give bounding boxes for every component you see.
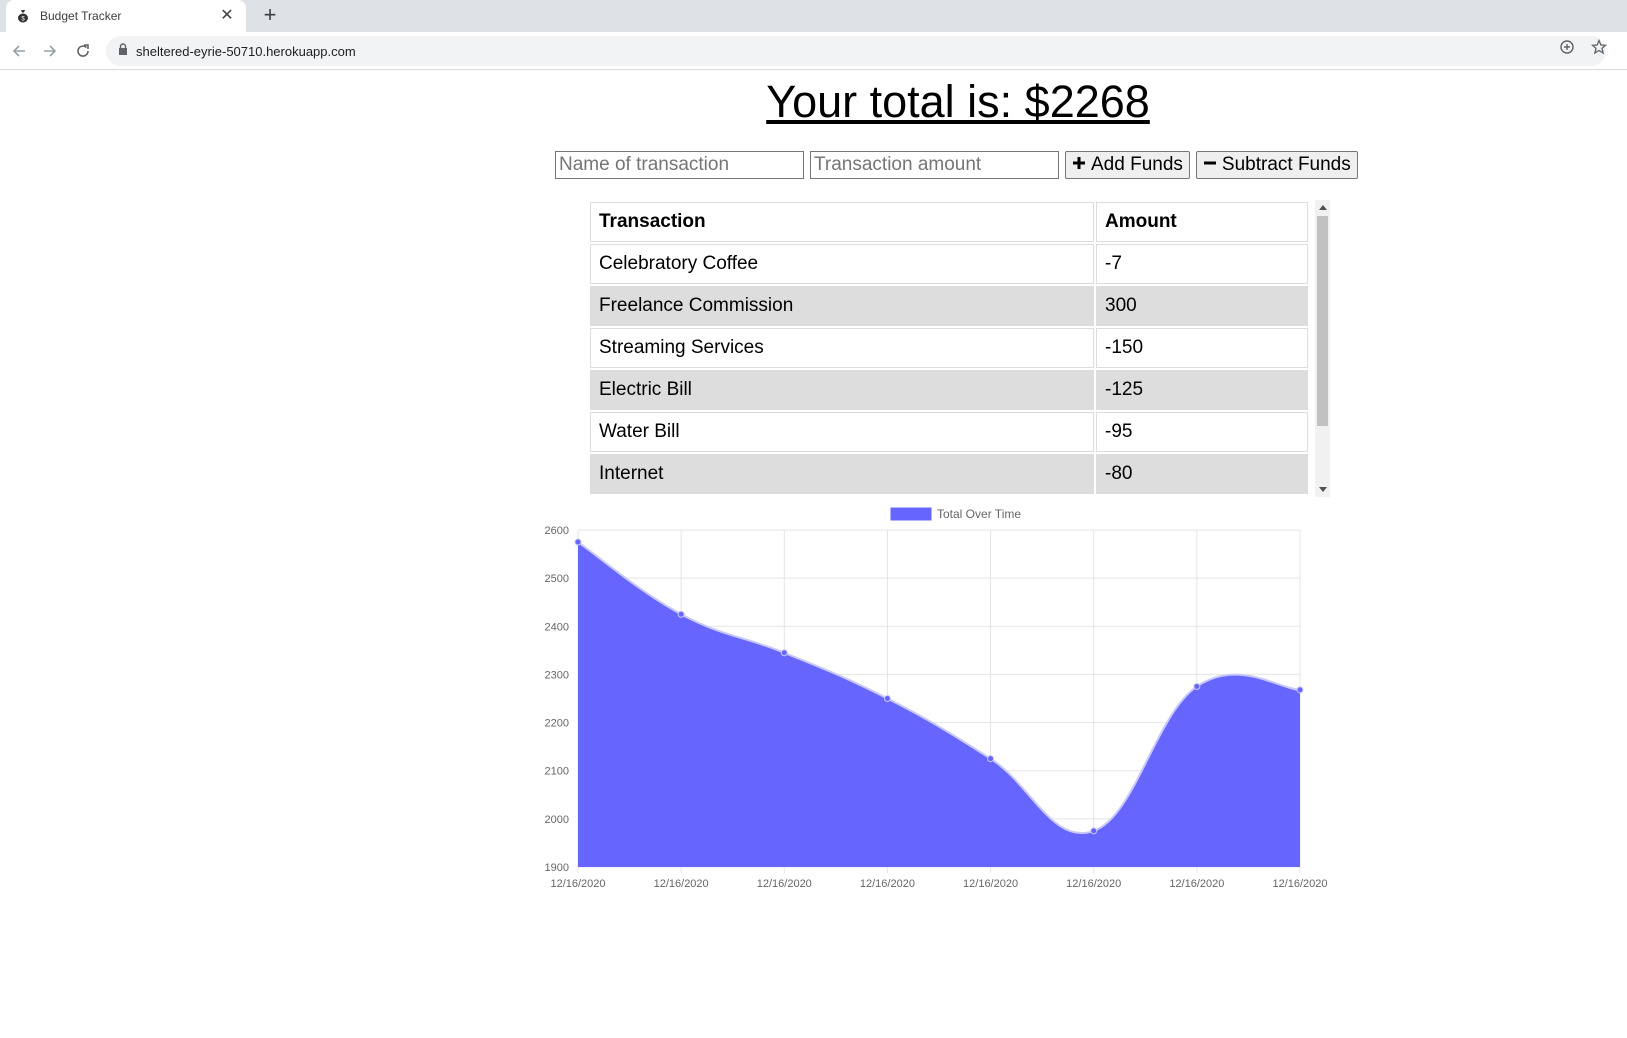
table-row: Streaming Services -150 xyxy=(590,328,1308,368)
browser-toolbar: sheltered-eyrie-50710.herokuapp.com xyxy=(0,32,1627,70)
chart-x-axis: 12/16/2020 12/16/2020 12/16/2020 12/16/2020… xyxy=(550,878,1327,890)
tab-title: Budget Tracker xyxy=(40,9,122,23)
data-point xyxy=(1296,686,1304,694)
transaction-amount-cell: -150 xyxy=(1096,328,1308,368)
transaction-amount-cell: -7 xyxy=(1096,244,1308,284)
money-bag-icon: $ xyxy=(16,9,30,23)
address-bar[interactable]: sheltered-eyrie-50710.herokuapp.com xyxy=(106,36,1606,66)
transaction-name-cell: Celebratory Coffee xyxy=(590,244,1094,284)
x-tick-label: 12/16/2020 xyxy=(757,878,812,890)
add-funds-label: Add Funds xyxy=(1091,154,1183,175)
y-tick-label: 2500 xyxy=(545,573,569,585)
y-tick-label: 2100 xyxy=(545,766,569,778)
chart-svg: Total Over Time 1900 2000 2100 2200 2300 2400… xyxy=(545,507,1328,890)
transaction-name-cell: Freelance Commission xyxy=(590,286,1094,326)
x-tick-label: 12/16/2020 xyxy=(550,878,605,890)
y-tick-label: 2000 xyxy=(545,814,569,826)
add-funds-button[interactable]: Add Funds xyxy=(1065,151,1190,179)
transaction-amount-cell: 300 xyxy=(1096,286,1308,326)
total-heading: Your total is: $2268 xyxy=(766,76,1150,127)
data-point xyxy=(987,755,995,763)
header-transaction: Transaction xyxy=(590,202,1094,242)
x-tick-label: 12/16/2020 xyxy=(654,878,709,890)
chart-y-axis: 1900 2000 2100 2200 2300 2400 2500 2600 xyxy=(545,525,569,874)
transactions-table-container[interactable]: Transaction Amount Celebratory Coffee -7… xyxy=(588,200,1330,497)
new-tab-button[interactable]: + xyxy=(258,4,282,28)
scrollbar-thumb[interactable] xyxy=(1317,216,1328,426)
scroll-up-arrow-icon[interactable] xyxy=(1315,200,1330,214)
table-row: Celebratory Coffee -7 xyxy=(590,244,1308,284)
series-area xyxy=(578,542,1300,867)
table-header-row: Transaction Amount xyxy=(590,202,1308,242)
transaction-name-cell: Electric Bill xyxy=(590,370,1094,410)
y-tick-label: 2400 xyxy=(545,621,569,633)
url-text: sheltered-eyrie-50710.herokuapp.com xyxy=(136,43,356,59)
close-icon[interactable]: ✕ xyxy=(218,8,236,24)
legend-label: Total Over Time xyxy=(937,507,1021,521)
x-tick-label: 12/16/2020 xyxy=(1272,878,1327,890)
table-row: Electric Bill -125 xyxy=(590,370,1308,410)
y-tick-label: 1900 xyxy=(545,862,569,874)
y-tick-label: 2600 xyxy=(545,525,569,537)
table-row: Internet -80 xyxy=(590,454,1308,494)
add-circle-icon[interactable] xyxy=(1556,36,1578,58)
forward-icon[interactable] xyxy=(39,40,61,62)
total-over-time-chart[interactable]: Total Over Time 1900 2000 2100 2200 2300 2400… xyxy=(540,500,1380,910)
header-amount: Amount xyxy=(1096,202,1308,242)
table-row: Water Bill -95 xyxy=(590,412,1308,452)
minus-icon xyxy=(1203,154,1217,176)
subtract-funds-button[interactable]: Subtract Funds xyxy=(1195,151,1358,179)
star-icon[interactable] xyxy=(1588,36,1610,58)
data-point xyxy=(780,649,788,657)
data-point xyxy=(1193,682,1201,690)
transaction-name-cell: Streaming Services xyxy=(590,328,1094,368)
data-point xyxy=(677,610,685,618)
scroll-down-arrow-icon[interactable] xyxy=(1315,483,1330,497)
reload-icon[interactable] xyxy=(72,40,94,62)
x-tick-label: 12/16/2020 xyxy=(1066,878,1121,890)
transaction-name-cell: Internet xyxy=(590,454,1094,494)
transaction-form: Add Funds Subtract Funds xyxy=(555,151,1358,179)
transaction-amount-input[interactable] xyxy=(810,151,1059,179)
browser-tab[interactable]: $ Budget Tracker ✕ xyxy=(6,0,246,32)
subtract-funds-label: Subtract Funds xyxy=(1221,154,1351,175)
transaction-amount-cell: -80 xyxy=(1096,454,1308,494)
back-icon[interactable] xyxy=(8,40,30,62)
transaction-amount-cell: -125 xyxy=(1096,370,1308,410)
lock-icon xyxy=(118,42,128,60)
chart-area-layer xyxy=(577,541,1301,867)
data-point xyxy=(883,695,891,702)
table-row: Freelance Commission 300 xyxy=(590,286,1308,326)
table-scrollbar[interactable] xyxy=(1315,200,1330,497)
transaction-amount-cell: -95 xyxy=(1096,412,1308,452)
y-tick-label: 2300 xyxy=(545,669,569,681)
browser-tabstrip: $ Budget Tracker ✕ + xyxy=(0,0,1627,32)
transaction-name-cell: Water Bill xyxy=(590,412,1094,452)
y-tick-label: 2200 xyxy=(545,718,569,730)
x-tick-label: 12/16/2020 xyxy=(1169,878,1224,890)
plus-icon xyxy=(1072,154,1086,176)
data-point xyxy=(574,538,582,546)
legend-swatch xyxy=(890,507,932,521)
transactions-table: Transaction Amount Celebratory Coffee -7… xyxy=(588,200,1310,496)
transaction-name-input[interactable] xyxy=(555,151,804,179)
data-point xyxy=(1090,827,1098,835)
x-tick-label: 12/16/2020 xyxy=(860,878,915,890)
x-tick-label: 12/16/2020 xyxy=(963,878,1018,890)
